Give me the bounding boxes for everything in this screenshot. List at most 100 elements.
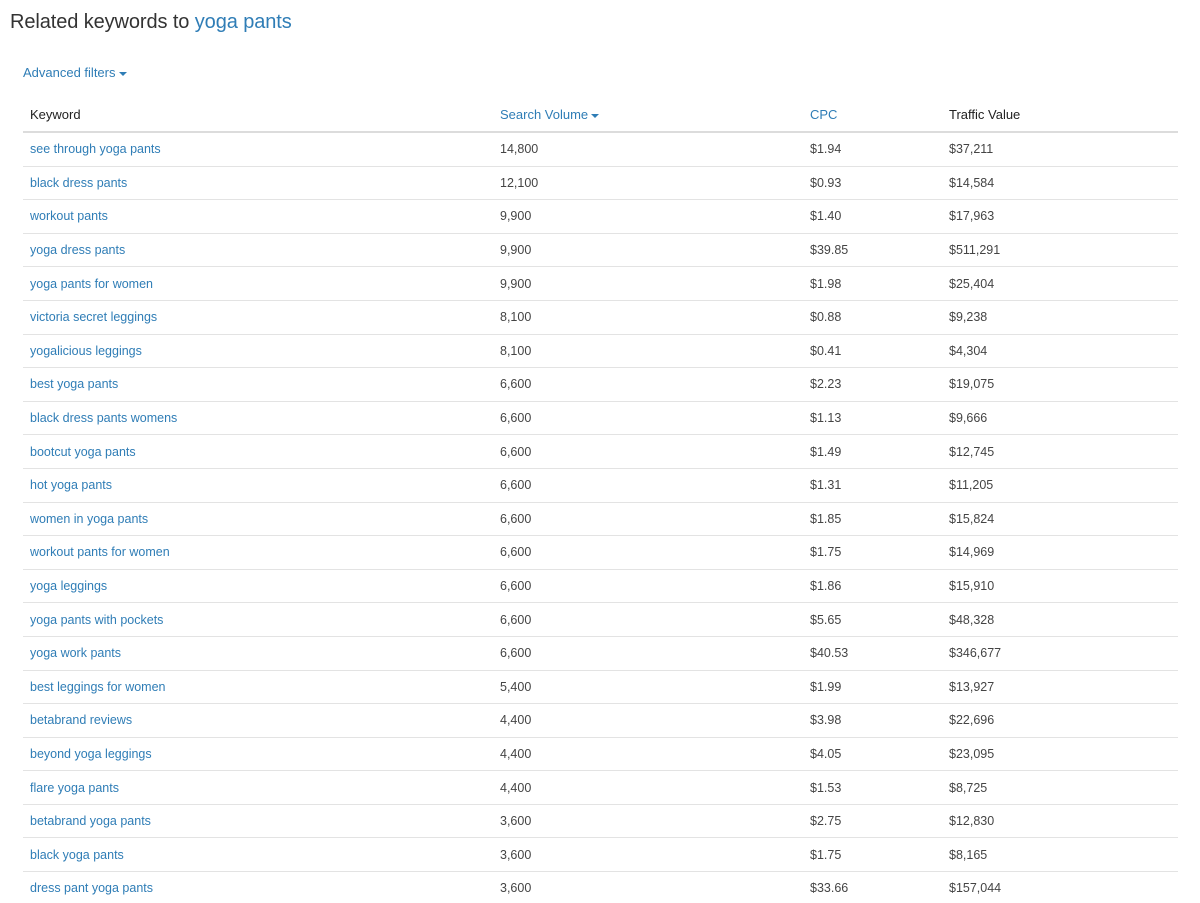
cpc-cell: $39.85 — [803, 233, 942, 268]
keyword-link[interactable]: betabrand reviews — [23, 703, 493, 738]
traffic-value-cell: $157,044 — [942, 871, 1178, 903]
table-row: yoga pants with pockets 6,600 $5.65 $48,328 — [23, 602, 1178, 637]
search-volume-cell: 6,600 — [493, 401, 803, 436]
keyword-link[interactable]: yoga leggings — [23, 569, 493, 604]
table-header-row: Keyword Search Volume CPC Traffic Value — [23, 98, 1178, 133]
traffic-value-cell: $8,165 — [942, 837, 1178, 873]
keyword-link[interactable]: yoga pants for women — [23, 266, 493, 301]
traffic-value-cell: $511,291 — [942, 233, 1178, 268]
table-row: women in yoga pants 6,600 $1.85 $15,824 — [23, 502, 1178, 537]
keyword-link[interactable]: black dress pants — [23, 166, 493, 201]
traffic-value-cell: $11,205 — [942, 468, 1178, 503]
traffic-value-cell: $12,745 — [942, 434, 1178, 469]
search-volume-cell: 6,600 — [493, 569, 803, 604]
search-volume-cell: 6,600 — [493, 468, 803, 503]
traffic-value-cell: $37,211 — [942, 132, 1178, 167]
traffic-value-cell: $22,696 — [942, 703, 1178, 738]
cpc-cell: $1.86 — [803, 569, 942, 604]
table-row: yogalicious leggings 8,100 $0.41 $4,304 — [23, 334, 1178, 369]
search-volume-cell: 5,400 — [493, 670, 803, 705]
cpc-cell: $3.98 — [803, 703, 942, 738]
keyword-link[interactable]: workout pants — [23, 199, 493, 234]
keyword-link[interactable]: hot yoga pants — [23, 468, 493, 503]
keyword-link[interactable]: betabrand yoga pants — [23, 804, 493, 839]
column-header-search-volume[interactable]: Search Volume — [493, 98, 803, 133]
seed-keyword-link[interactable]: yoga pants — [195, 11, 292, 33]
table-row: workout pants for women 6,600 $1.75 $14,969 — [23, 535, 1178, 570]
keyword-link[interactable]: workout pants for women — [23, 535, 493, 570]
keyword-link[interactable]: yoga pants with pockets — [23, 602, 493, 637]
traffic-value-cell: $17,963 — [942, 199, 1178, 234]
cpc-cell: $1.94 — [803, 132, 942, 167]
table-row: betabrand yoga pants 3,600 $2.75 $12,830 — [23, 804, 1178, 839]
search-volume-cell: 9,900 — [493, 233, 803, 268]
cpc-cell: $0.41 — [803, 334, 942, 369]
cpc-cell: $1.85 — [803, 502, 942, 537]
keyword-link[interactable]: bootcut yoga pants — [23, 434, 493, 469]
cpc-cell: $1.75 — [803, 837, 942, 873]
traffic-value-cell: $14,584 — [942, 166, 1178, 201]
search-volume-cell: 4,400 — [493, 770, 803, 805]
search-volume-cell: 14,800 — [493, 132, 803, 167]
table-row: workout pants 9,900 $1.40 $17,963 — [23, 199, 1178, 234]
cpc-cell: $1.13 — [803, 401, 942, 436]
search-volume-cell: 9,900 — [493, 199, 803, 234]
traffic-value-cell: $12,830 — [942, 804, 1178, 839]
traffic-value-cell: $48,328 — [942, 602, 1178, 637]
traffic-value-cell: $14,969 — [942, 535, 1178, 570]
cpc-cell: $1.53 — [803, 770, 942, 805]
table-row: hot yoga pants 6,600 $1.31 $11,205 — [23, 468, 1178, 503]
cpc-cell: $2.75 — [803, 804, 942, 839]
traffic-value-cell: $8,725 — [942, 770, 1178, 805]
cpc-cell: $1.40 — [803, 199, 942, 234]
table-row: flare yoga pants 4,400 $1.53 $8,725 — [23, 770, 1178, 805]
cpc-cell: $1.49 — [803, 434, 942, 469]
column-header-cpc[interactable]: CPC — [803, 98, 942, 133]
column-header-label: Traffic Value — [949, 107, 1021, 122]
cpc-cell: $0.93 — [803, 166, 942, 201]
column-header-label: Search Volume — [500, 107, 589, 122]
search-volume-cell: 12,100 — [493, 166, 803, 201]
table-row: see through yoga pants 14,800 $1.94 $37,211 — [23, 132, 1178, 167]
cpc-cell: $0.88 — [803, 300, 942, 335]
keyword-link[interactable]: victoria secret leggings — [23, 300, 493, 335]
keyword-link[interactable]: best leggings for women — [23, 670, 493, 705]
traffic-value-cell: $4,304 — [942, 334, 1178, 369]
keyword-link[interactable]: beyond yoga leggings — [23, 737, 493, 772]
cpc-cell: $1.31 — [803, 468, 942, 503]
search-volume-cell: 6,600 — [493, 636, 803, 671]
traffic-value-cell: $13,927 — [942, 670, 1178, 705]
table-row: yoga work pants 6,600 $40.53 $346,677 — [23, 636, 1178, 671]
cpc-cell: $5.65 — [803, 602, 942, 637]
table-row: yoga dress pants 9,900 $39.85 $511,291 — [23, 233, 1178, 268]
keyword-link[interactable]: black dress pants womens — [23, 401, 493, 436]
traffic-value-cell: $9,666 — [942, 401, 1178, 436]
search-volume-cell: 6,600 — [493, 367, 803, 402]
table-row: black dress pants 12,100 $0.93 $14,584 — [23, 166, 1178, 201]
column-header-keyword: Keyword — [23, 98, 493, 133]
table-row: bootcut yoga pants 6,600 $1.49 $12,745 — [23, 434, 1178, 469]
keyword-link[interactable]: yogalicious leggings — [23, 334, 493, 369]
cpc-cell: $33.66 — [803, 871, 942, 903]
keyword-link[interactable]: black yoga pants — [23, 837, 493, 873]
keyword-link[interactable]: see through yoga pants — [23, 132, 493, 167]
traffic-value-cell: $23,095 — [942, 737, 1178, 772]
advanced-filters-label: Advanced filters — [23, 65, 116, 80]
advanced-filters-toggle[interactable]: Advanced filters — [23, 65, 127, 80]
search-volume-cell: 6,600 — [493, 602, 803, 637]
keyword-link[interactable]: dress pant yoga pants — [23, 871, 493, 903]
page-title: Related keywords to yoga pants — [10, 11, 292, 34]
traffic-value-cell: $9,238 — [942, 300, 1178, 335]
search-volume-cell: 3,600 — [493, 871, 803, 903]
cpc-cell: $1.98 — [803, 266, 942, 301]
keywords-table-body: see through yoga pants 14,800 $1.94 $37,211… — [23, 132, 1178, 903]
keyword-link[interactable]: best yoga pants — [23, 367, 493, 402]
keyword-link[interactable]: yoga dress pants — [23, 233, 493, 268]
table-row: yoga pants for women 9,900 $1.98 $25,404 — [23, 266, 1178, 301]
keyword-link[interactable]: flare yoga pants — [23, 770, 493, 805]
keyword-link[interactable]: yoga work pants — [23, 636, 493, 671]
related-keywords-page: Related keywords to yoga pants Advanced … — [0, 0, 1200, 903]
table-row: best yoga pants 6,600 $2.23 $19,075 — [23, 367, 1178, 402]
keyword-link[interactable]: women in yoga pants — [23, 502, 493, 537]
search-volume-cell: 6,600 — [493, 535, 803, 570]
